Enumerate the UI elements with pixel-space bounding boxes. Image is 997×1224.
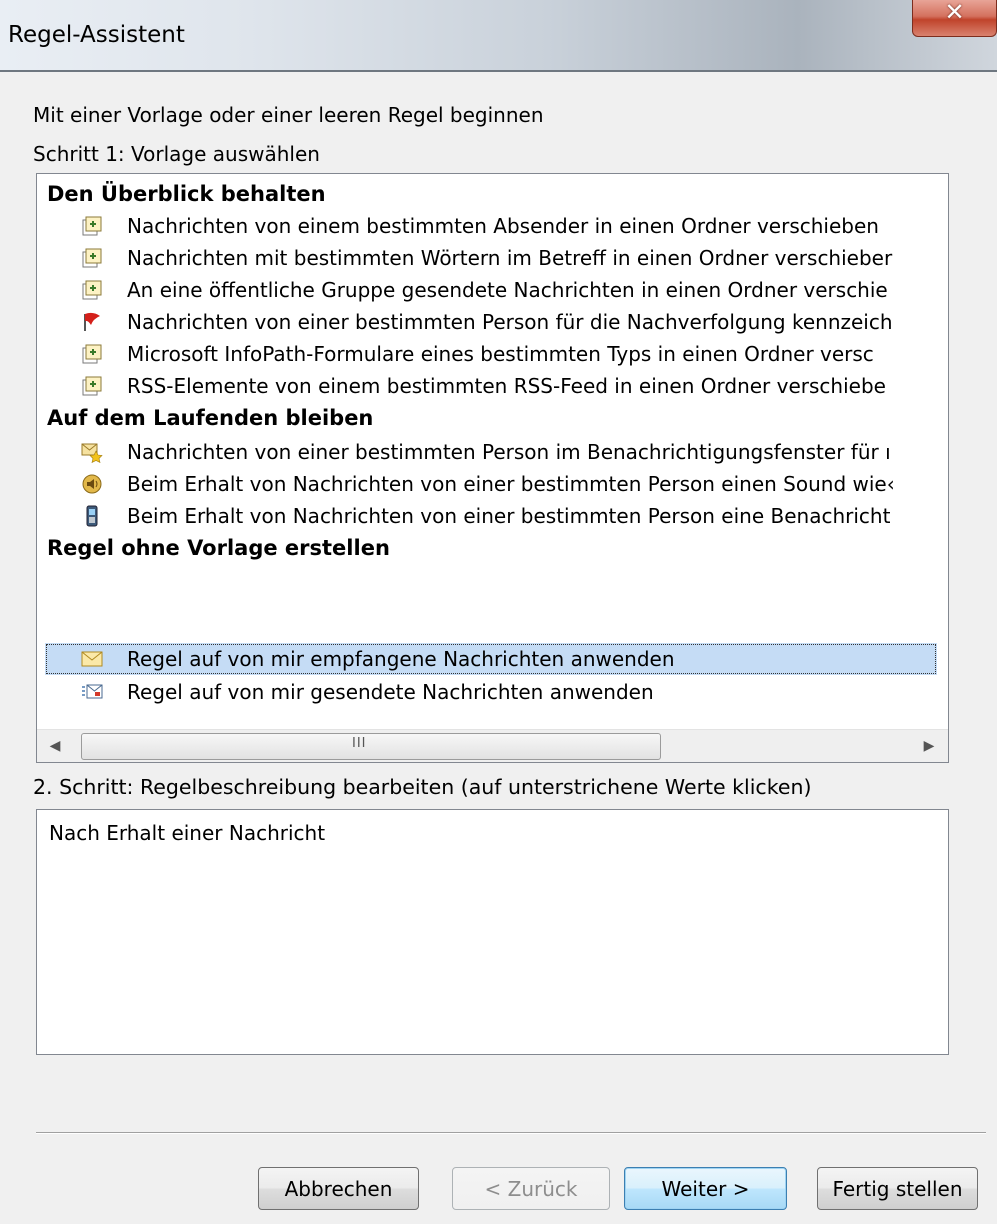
envelope-icon (81, 651, 103, 667)
step1-intro-text: Mit einer Vorlage oder einer leeren Rege… (33, 103, 544, 127)
list-item[interactable]: Regel auf von mir gesendete Nachrichten … (47, 676, 937, 708)
rules-wizard-dialog: Regel-Assistent ✕ Mit einer Vorlage oder… (0, 0, 997, 1224)
close-icon: ✕ (944, 0, 965, 26)
list-item-label: Nachrichten mit bestimmten Wörtern im Be… (127, 246, 893, 270)
sound-icon (82, 474, 102, 494)
list-item-label: RSS-Elemente von einem bestimmten RSS-Fe… (127, 374, 886, 398)
mobile-device-icon (86, 505, 98, 527)
group-header-stay-up-to-date: Auf dem Laufenden bleiben (47, 406, 374, 430)
list-item[interactable]: Beim Erhalt von Nachrichten von einer be… (47, 468, 937, 500)
back-button[interactable]: < Zurück (452, 1167, 610, 1210)
scroll-right-arrow-icon[interactable]: ▶ (911, 730, 947, 762)
move-to-folder-icon (82, 376, 102, 396)
rule-description-box[interactable]: Nach Erhalt einer Nachricht (36, 809, 949, 1055)
list-item-selected[interactable]: Regel auf von mir empfangene Nachrichten… (45, 643, 937, 675)
list-item-label: Nachrichten von einer bestimmten Person … (127, 310, 893, 334)
list-item[interactable]: Nachrichten von einem bestimmten Absende… (47, 210, 937, 242)
separator-line (36, 1132, 986, 1134)
list-item[interactable]: Nachrichten von einer bestimmten Person … (47, 436, 937, 468)
cancel-button[interactable]: Abbrechen (258, 1167, 419, 1210)
list-item-label: Regel auf von mir gesendete Nachrichten … (127, 680, 654, 704)
list-item[interactable]: Microsoft InfoPath-Formulare eines besti… (47, 338, 937, 370)
scroll-left-arrow-icon[interactable]: ◀ (37, 730, 73, 762)
title-bar[interactable]: Regel-Assistent ✕ (0, 0, 997, 72)
list-item-label: Regel auf von mir empfangene Nachrichten… (127, 647, 675, 671)
move-to-folder-icon (82, 344, 102, 364)
sent-message-icon (82, 684, 103, 699)
window-title: Regel-Assistent (8, 22, 185, 48)
list-item[interactable]: Beim Erhalt von Nachrichten von einer be… (47, 500, 937, 532)
scrollbar-thumb[interactable]: III (81, 733, 661, 760)
group-header-keep-organized: Den Überblick behalten (47, 182, 326, 206)
list-item[interactable]: Nachrichten von einer bestimmten Person … (47, 306, 937, 338)
list-item-label: Beim Erhalt von Nachrichten von einer be… (127, 504, 891, 528)
next-button[interactable]: Weiter > (624, 1167, 787, 1210)
move-to-folder-icon (82, 216, 102, 236)
finish-button[interactable]: Fertig stellen (817, 1167, 978, 1210)
list-item[interactable]: RSS-Elemente von einem bestimmten RSS-Fe… (47, 370, 937, 402)
step1-label: Schritt 1: Vorlage auswählen (33, 142, 320, 166)
rule-description-text: Nach Erhalt einer Nachricht (49, 821, 326, 845)
new-mail-alert-icon (81, 443, 103, 463)
move-to-folder-icon (82, 248, 102, 268)
close-button[interactable]: ✕ (912, 0, 997, 37)
flag-icon (84, 312, 100, 331)
list-item-label: Beim Erhalt von Nachrichten von einer be… (127, 472, 895, 496)
list-item-label: An eine öffentliche Gruppe gesendete Nac… (127, 278, 888, 302)
list-item-label: Nachrichten von einem bestimmten Absende… (127, 214, 879, 238)
group-header-blank-rule: Regel ohne Vorlage erstellen (47, 536, 390, 560)
scrollbar-grip: III (352, 736, 367, 751)
horizontal-scrollbar[interactable]: ◀ III ▶ (37, 729, 948, 762)
move-to-folder-icon (82, 280, 102, 300)
list-item-label: Nachrichten von einer bestimmten Person … (127, 440, 891, 464)
step2-label: 2. Schritt: Regelbeschreibung bearbeiten… (33, 775, 812, 799)
list-item-label: Microsoft InfoPath-Formulare eines besti… (127, 342, 874, 366)
template-list[interactable]: Den Überblick behalten Nachrichten von e… (36, 173, 949, 763)
list-item[interactable]: Nachrichten mit bestimmten Wörtern im Be… (47, 242, 937, 274)
list-item[interactable]: An eine öffentliche Gruppe gesendete Nac… (47, 274, 937, 306)
